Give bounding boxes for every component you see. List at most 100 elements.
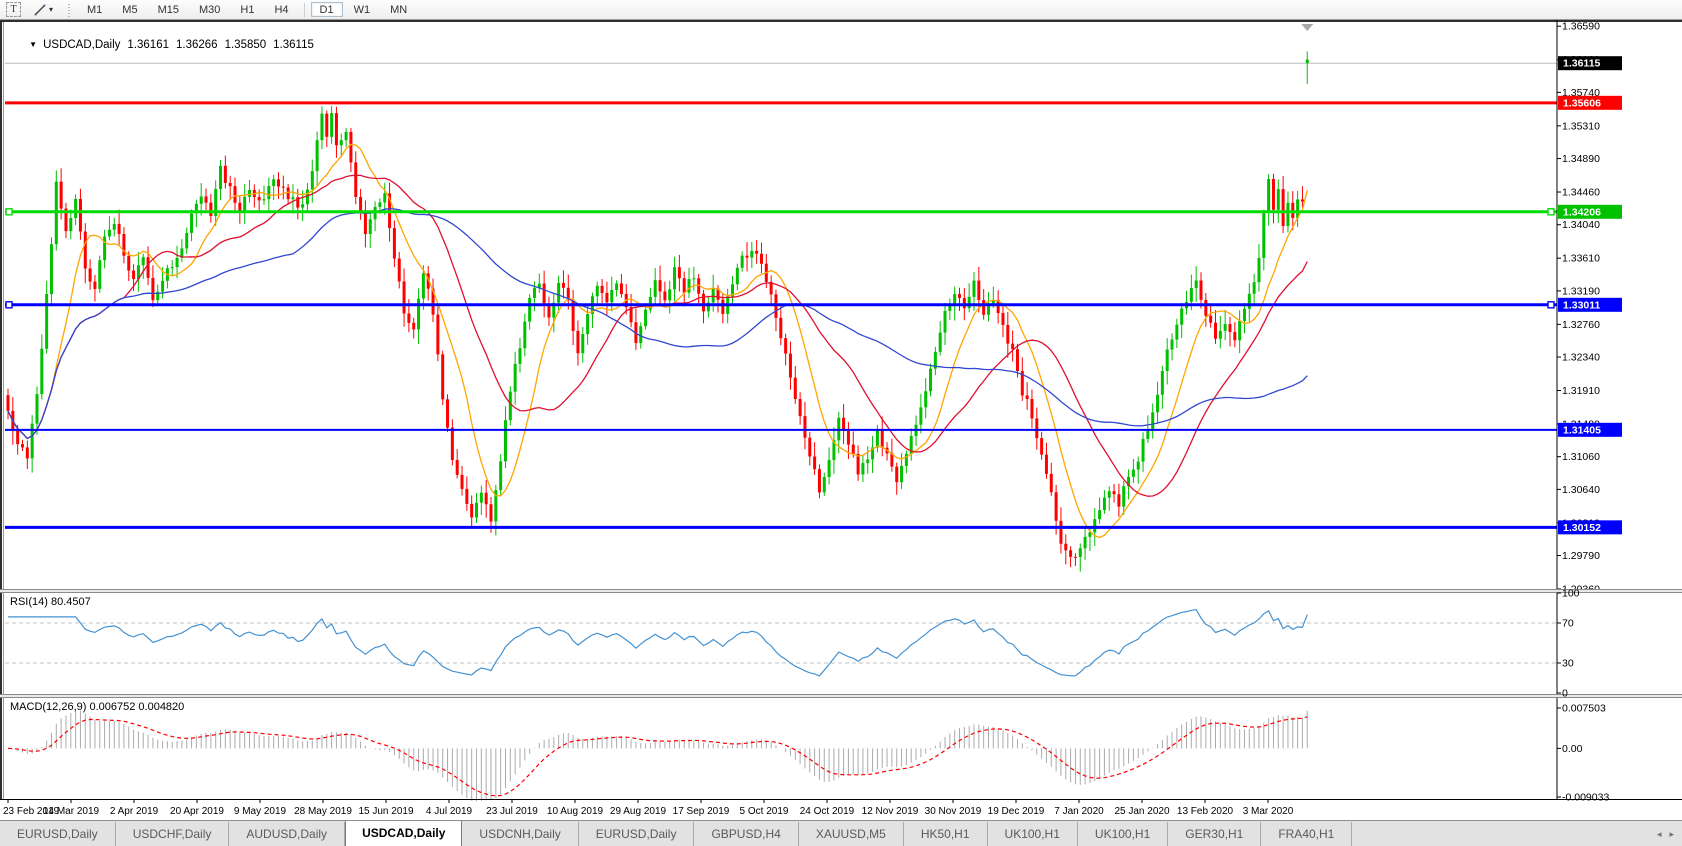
cursor-style-button[interactable]: ▾ (27, 1, 59, 18)
price-tick-label: 1.36590 (1562, 21, 1600, 33)
chart-symbol-label: USDCAD,Daily (43, 39, 120, 51)
timeframe-button-h1[interactable]: H1 (231, 2, 263, 17)
date-tick-label: 15 Jun 2019 (358, 806, 413, 817)
price-tick-label: 1.33190 (1562, 285, 1600, 297)
dropdown-caret-icon: ▾ (49, 5, 53, 14)
date-tick-label: 10 Aug 2019 (547, 806, 604, 817)
date-tick-label: 5 Oct 2019 (740, 806, 789, 817)
tab-audusd-daily-2[interactable]: AUDUSD,Daily (229, 822, 345, 846)
price-tick-label: 1.32340 (1562, 352, 1600, 364)
price-badge: 1.33011 (1563, 299, 1601, 311)
collapse-arrow-icon: ▼ (29, 40, 37, 49)
price-tick-label: 1.34890 (1562, 153, 1600, 165)
price-badge: 1.35606 (1563, 97, 1601, 109)
timeframe-button-h4[interactable]: H4 (265, 2, 297, 17)
date-tick-label: 2 Apr 2019 (110, 806, 159, 817)
rsi-indicator-label: RSI(14) 80.4507 (10, 596, 91, 608)
tab-eurusd-daily-5[interactable]: EURUSD,Daily (579, 822, 695, 846)
diagonal-arrows-icon (33, 3, 47, 17)
timeframe-button-group: M1M5M15M30H1H4 D1W1MN (77, 2, 417, 17)
macd-tick-label: 0.007503 (1562, 703, 1606, 715)
timeframe-button-m15[interactable]: M15 (149, 2, 188, 17)
timeframe-button-d1[interactable]: D1 (311, 2, 343, 17)
price-tick-label: 1.34040 (1562, 219, 1600, 231)
tab-gbpusd-h4-6[interactable]: GBPUSD,H4 (694, 822, 798, 846)
price-tick-label: 1.31060 (1562, 451, 1600, 463)
rsi-tick-label: 100 (1562, 588, 1580, 600)
date-tick-label: 28 May 2019 (294, 806, 352, 817)
date-tick-label: 29 Aug 2019 (610, 806, 667, 817)
ohlc-low: 1.35850 (225, 39, 267, 51)
date-tick-label: 3 Mar 2020 (1243, 806, 1294, 817)
chart-title: ▼ USDCAD,Daily 1.36161 1.36266 1.35850 1.3611… (10, 27, 314, 63)
date-tick-label: 7 Jan 2020 (1054, 806, 1104, 817)
toolbar-grip[interactable] (67, 3, 72, 17)
rsi-line (8, 610, 1307, 676)
chart-window[interactable]: 1.365901.361601.357401.353101.348901.344… (0, 19, 1682, 820)
tab-scroll-arrows: ◂ ▸ (1649, 821, 1682, 846)
tab-scroll-right-button[interactable]: ▸ (1669, 829, 1674, 840)
moving-average-25 (8, 175, 1307, 496)
text-tool-button[interactable]: T (0, 1, 27, 18)
tab-uk100-h1-9[interactable]: UK100,H1 (988, 822, 1078, 846)
date-tick-label: 24 Oct 2019 (800, 806, 855, 817)
timeframe-button-m1[interactable]: M1 (78, 2, 111, 17)
ohlc-open: 1.36161 (127, 39, 169, 51)
price-badge: 1.31405 (1563, 424, 1601, 436)
text-tool-icon: T (6, 2, 21, 17)
macd-tick-label: 0.00 (1562, 743, 1583, 755)
date-tick-label: 25 Jan 2020 (1114, 806, 1169, 817)
price-tick-label: 1.30640 (1562, 484, 1600, 496)
ohlc-close: 1.36115 (273, 39, 314, 51)
tab-usdcnh-daily-4[interactable]: USDCNH,Daily (462, 822, 578, 846)
date-tick-label: 9 May 2019 (234, 806, 287, 817)
price-tick-label: 1.32760 (1562, 319, 1600, 331)
macd-signal-line (8, 717, 1307, 796)
tab-eurusd-daily-0[interactable]: EURUSD,Daily (0, 822, 116, 846)
tab-usdcad-daily-3[interactable]: USDCAD,Daily (345, 821, 462, 846)
mt4-application: T ▾ M1M5M15M30H1H4D1W1MN 1.365901.361601… (0, 0, 1682, 846)
chart-tabs-bar: EURUSD,DailyUSDCHF,DailyAUDUSD,DailyUSDC… (0, 820, 1682, 846)
rsi-tick-label: 30 (1562, 658, 1574, 670)
date-tick-label: 14 Mar 2019 (43, 806, 100, 817)
date-tick-label: 20 Apr 2019 (170, 806, 224, 817)
timeframe-button-m30[interactable]: M30 (190, 2, 229, 17)
top-toolbar: T ▾ M1M5M15M30H1H4 D1W1MN (0, 0, 1682, 20)
tab-scroll-left-button[interactable]: ◂ (1657, 829, 1662, 840)
date-tick-label: 19 Dec 2019 (988, 806, 1045, 817)
chart-canvas[interactable]: 1.365901.361601.357401.353101.348901.344… (0, 19, 1682, 820)
price-tick-label: 1.31910 (1562, 385, 1600, 397)
tab-fra40-h1-12[interactable]: FRA40,H1 (1261, 822, 1352, 846)
tab-xauusd-m5-7[interactable]: XAUUSD,M5 (799, 822, 904, 846)
toolbar-separator (304, 3, 305, 17)
price-badge: 1.36115 (1563, 58, 1601, 70)
chart-tabs: EURUSD,DailyUSDCHF,DailyAUDUSD,DailyUSDC… (0, 821, 1649, 846)
timeframe-button-m5[interactable]: M5 (113, 2, 146, 17)
price-badge: 1.30152 (1563, 522, 1601, 534)
date-tick-label: 4 Jul 2019 (426, 806, 473, 817)
tab-uk100-h1-10[interactable]: UK100,H1 (1078, 822, 1168, 846)
rsi-tick-label: 0 (1562, 688, 1568, 700)
price-badge: 1.34206 (1563, 206, 1601, 218)
date-tick-label: 17 Sep 2019 (673, 806, 730, 817)
macd-indicator-label: MACD(12,26,9) 0.006752 0.004820 (10, 701, 184, 713)
price-tick-label: 1.29790 (1562, 550, 1600, 562)
price-tick-label: 1.35310 (1562, 120, 1600, 132)
date-tick-label: 23 Jul 2019 (486, 806, 538, 817)
tab-usdchf-daily-1[interactable]: USDCHF,Daily (116, 822, 230, 846)
date-tick-label: 12 Nov 2019 (862, 806, 919, 817)
date-tick-label: 30 Nov 2019 (925, 806, 982, 817)
tab-ger30-h1-11[interactable]: GER30,H1 (1168, 822, 1261, 846)
price-tick-label: 1.33610 (1562, 253, 1600, 265)
ohlc-high: 1.36266 (176, 39, 218, 51)
candles-group (7, 51, 1309, 571)
macd-tick-label: -0.009033 (1562, 792, 1609, 804)
tab-hk50-h1-8[interactable]: HK50,H1 (904, 822, 988, 846)
rsi-tick-label: 70 (1562, 618, 1574, 630)
date-tick-label: 13 Feb 2020 (1177, 806, 1234, 817)
timeframe-button-w1[interactable]: W1 (345, 2, 380, 17)
macd-histogram (8, 710, 1307, 801)
price-tick-label: 1.34460 (1562, 187, 1600, 199)
timeframe-button-mn[interactable]: MN (381, 2, 416, 17)
chart-shift-marker-icon (1301, 24, 1313, 31)
